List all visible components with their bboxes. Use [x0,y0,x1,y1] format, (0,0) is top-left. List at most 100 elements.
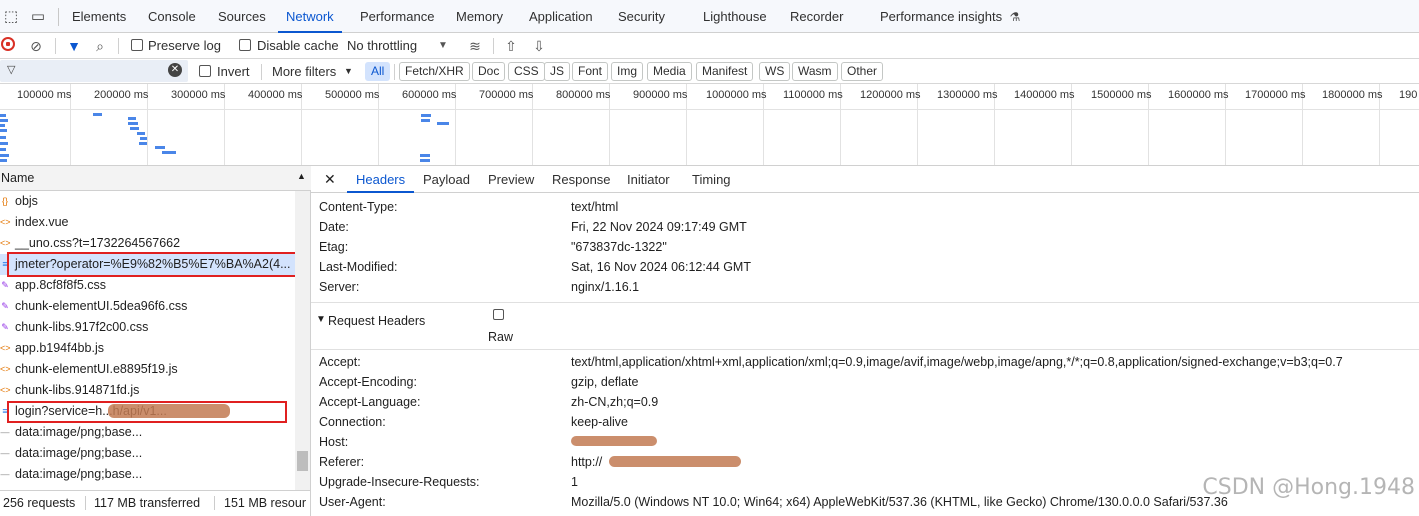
list-item[interactable]: — data:image/png;base... [0,422,295,443]
stop-recording-icon[interactable] [1,37,15,51]
search-icon[interactable]: ⌕ [91,37,109,55]
tab-recorder[interactable]: Recorder [790,0,843,33]
import-har-icon[interactable]: ⇧ [502,37,520,55]
list-item[interactable]: <> __uno.css?t=1732264567662 [0,233,295,254]
timeline-tick: 1300000 ms [937,89,998,101]
filter-chip-other[interactable]: Other [841,62,884,81]
device-toolbar-icon[interactable]: ▭ [29,8,47,26]
list-item[interactable]: ✎ app.8cf8f8f5.css [0,275,295,296]
raw-checkbox[interactable] [493,309,504,320]
preserve-log-checkbox[interactable] [131,39,143,51]
request-name: data:image/png;base... [15,467,143,481]
list-item[interactable]: <> app.b194f4bb.js [0,338,295,359]
header-value: text/html [571,200,619,214]
header-key: Content-Type: [319,200,398,214]
request-headers-title[interactable]: Request Headers [328,314,425,328]
divider [58,8,59,26]
tab-performance-insights[interactable]: Performance insights [880,0,1002,33]
tab-payload[interactable]: Payload [423,166,470,193]
filter-chip-media[interactable]: Media [647,62,692,81]
watermark: CSDN @Hong.1948 [1202,475,1415,500]
header-key: User-Agent: [319,495,386,509]
header-value: nginx/1.16.1 [571,280,640,294]
request-name: objs [15,194,38,208]
header-key: Server: [319,280,360,294]
scrollbar-thumb[interactable] [297,451,308,471]
timeline-tick: 200000 ms [94,89,149,101]
image-icon: — [0,427,10,437]
header-value: 1 [571,475,578,489]
header-value: Mozilla/5.0 (Windows NT 10.0; Win64; x64… [571,495,1228,509]
list-item[interactable]: — data:image/png;base... [0,464,295,485]
timeline-tick: 1800000 ms [1322,89,1383,101]
filter-chip-ws[interactable]: WS [759,62,791,81]
tab-response[interactable]: Response [552,166,611,193]
timeline-tick: 1400000 ms [1014,89,1075,101]
css-icon: ✎ [1,280,9,290]
throttling-select[interactable]: No throttling [347,33,417,59]
filter-chip-js[interactable]: JS [544,62,571,81]
header-value: text/html,application/xhtml+xml,applicat… [571,355,1343,369]
inspect-element-icon[interactable]: ⬚ [2,8,20,26]
tab-memory[interactable]: Memory [456,0,503,33]
list-item[interactable]: <> chunk-elementUI.e8895f19.js [0,359,295,380]
filter-chip-all[interactable]: All [365,62,391,81]
clear-filter-icon[interactable]: ✕ [168,63,182,77]
tab-network[interactable]: Network [278,0,342,33]
tab-performance[interactable]: Performance [360,0,434,33]
tab-lighthouse[interactable]: Lighthouse [703,0,767,33]
tab-initiator[interactable]: Initiator [627,166,670,193]
more-filters-dropdown[interactable]: More filters [272,59,336,85]
header-key: Last-Modified: [319,260,398,274]
filter-input[interactable]: ▽ ✕ [0,60,188,82]
list-item[interactable]: ✎ chunk-libs.917f2c00.css [0,317,295,338]
scrollbar[interactable] [295,191,310,490]
waterfall-bar [130,127,139,130]
filter-chip-wasm[interactable]: Wasm [792,62,838,81]
tab-headers[interactable]: Headers [347,166,415,193]
filter-chip-manifest[interactable]: Manifest [696,62,754,81]
export-har-icon[interactable]: ⇩ [530,37,548,55]
raw-label: Raw [488,330,514,344]
tab-elements[interactable]: Elements [72,0,126,33]
list-item[interactable]: — data:image/png;base... [0,443,295,464]
tab-timing[interactable]: Timing [692,166,731,193]
timeline-overview[interactable]: 100000 ms 200000 ms 300000 ms 400000 ms … [0,84,1419,166]
collapse-triangle-icon[interactable]: ▼ [316,314,326,325]
tab-application[interactable]: Application [529,0,593,33]
close-icon[interactable]: ✕ [324,171,336,188]
header-value: http:// [571,455,603,469]
request-name: app.b194f4bb.js [15,341,104,355]
timeline-tick: 1200000 ms [860,89,921,101]
chevron-down-icon[interactable]: ▼ [434,37,452,55]
filter-chip-img[interactable]: Img [611,62,644,81]
filter-chip-fetch-xhr[interactable]: Fetch/XHR [399,62,470,81]
list-item[interactable]: ✎ chunk-elementUI.5dea96f6.css [0,296,295,317]
waterfall-bar [0,154,9,157]
waterfall-bar [0,114,6,117]
request-name: index.vue [15,215,69,229]
request-name: data:image/png;base... [15,425,143,439]
list-item[interactable]: <> index.vue [0,212,295,233]
network-toolbar: ⊘ ▼ ⌕ Preserve log Disable cache No thro… [0,33,1419,59]
column-name-header[interactable]: Name [1,171,34,185]
disable-cache-label: Disable cache [257,38,339,53]
filter-chip-css[interactable]: CSS [508,62,545,81]
sort-up-icon[interactable]: ▲ [297,171,306,181]
filter-chip-font[interactable]: Font [572,62,609,81]
list-item[interactable]: {} objs [0,191,295,212]
network-conditions-icon[interactable]: ≋ [466,37,484,55]
list-item[interactable]: <> chunk-libs.914871fd.js [0,380,295,401]
header-key: Accept-Encoding: [319,375,417,389]
css-icon: ✎ [1,322,9,332]
tab-console[interactable]: Console [148,0,196,33]
disable-cache-checkbox[interactable] [239,39,251,51]
invert-checkbox[interactable] [199,65,211,77]
tab-security[interactable]: Security [618,0,665,33]
clear-icon[interactable]: ⊘ [27,37,45,55]
tab-preview[interactable]: Preview [488,166,534,193]
filter-icon[interactable]: ▼ [65,37,83,55]
tab-sources[interactable]: Sources [218,0,266,33]
filter-chip-doc[interactable]: Doc [472,62,506,81]
header-value: Sat, 16 Nov 2024 06:12:44 GMT [571,260,751,274]
